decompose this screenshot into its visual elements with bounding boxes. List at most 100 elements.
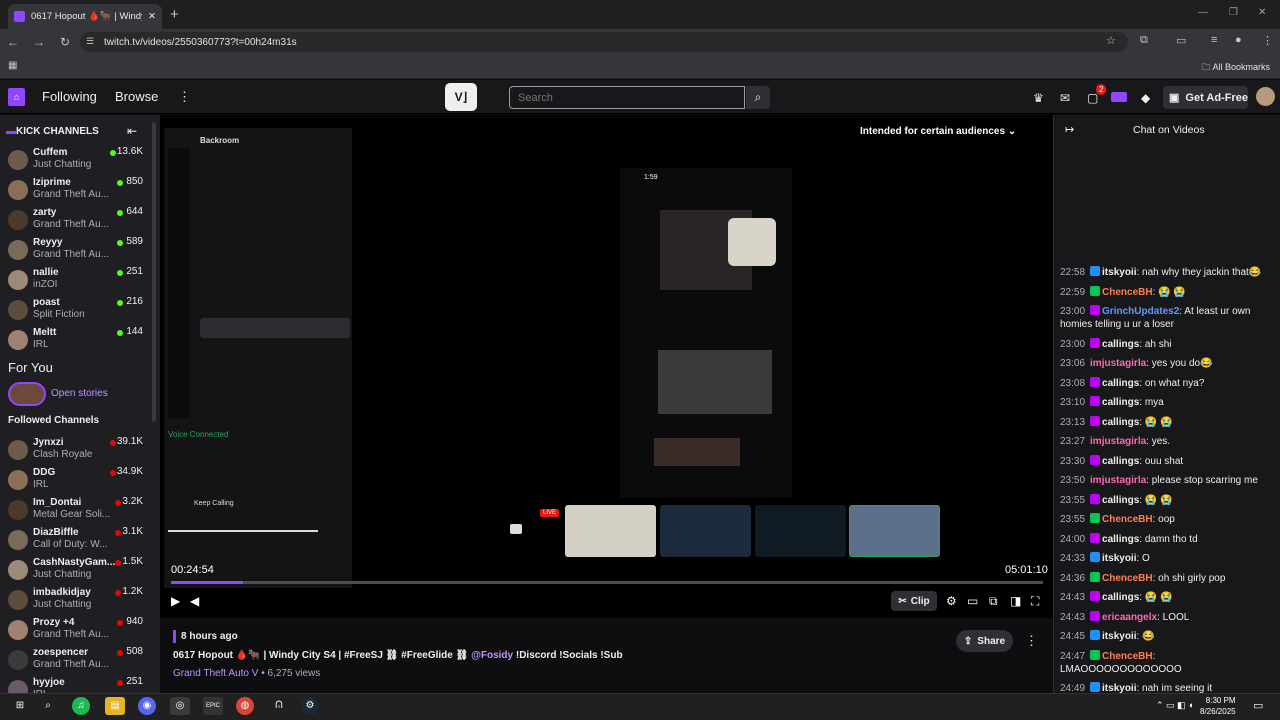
epic-games-icon[interactable]: EPIC [203, 697, 223, 715]
site-info-icon[interactable]: ☰ [86, 36, 94, 47]
notification-center-icon[interactable]: ▭ [1253, 699, 1263, 712]
chat-username[interactable]: itskyoii [1102, 553, 1136, 564]
chat-message: 23:00 callings: ah shi [1060, 337, 1274, 351]
play-icon[interactable]: ▶ [171, 594, 180, 608]
address-bar[interactable]: twitch.tv/videos/2550360773?t=00h24m31s [80, 32, 1128, 52]
sidebar-channel[interactable]: DDG IRL 34.9K [0, 466, 150, 496]
chat-username[interactable]: ChenceBH [1102, 514, 1153, 525]
sidebar-channel[interactable]: zoespencer Grand Theft Au... 508 [0, 646, 150, 676]
chat-username[interactable]: imjustagirla [1090, 436, 1146, 447]
settings-icon[interactable]: ⚙ [946, 594, 957, 608]
volume-icon[interactable]: ◀︎ [190, 594, 199, 608]
extensions-icon[interactable]: ⧉ [1140, 34, 1148, 47]
popout-icon[interactable]: ⧉ [989, 594, 998, 609]
extension-logo-icon[interactable]: V⌋ [445, 83, 477, 111]
close-window-icon[interactable]: ✕ [1258, 7, 1266, 18]
sidebar-channel[interactable]: Iziprime Grand Theft Au... 850 [0, 176, 150, 206]
sidebar-channel[interactable]: Im_Dontai Metal Gear Soli... 3.2K [0, 496, 150, 526]
theatre-mode-icon[interactable]: ▭ [967, 594, 978, 608]
chat-username[interactable]: ChenceBH [1102, 573, 1153, 584]
search-icon[interactable]: ⌕ [746, 86, 770, 109]
seek-bar[interactable] [171, 581, 1043, 584]
back-icon[interactable]: ← [0, 35, 26, 49]
fullscreen-icon[interactable]: ⛶ [1031, 594, 1039, 609]
sidebar-channel[interactable]: Meltt IRL 144 [0, 326, 150, 356]
sidebar-toggle-icon[interactable]: ◨ [1010, 594, 1021, 608]
chat-username[interactable]: callings [1102, 495, 1139, 506]
open-stories-link[interactable]: Open stories [51, 388, 108, 399]
bits-icon[interactable]: ◆ [1141, 91, 1150, 105]
sidebar-channel[interactable]: DiazBiffle Call of Duty: W... 3.1K [0, 526, 150, 556]
chat-username[interactable]: ChenceBH [1102, 287, 1153, 298]
apps-grid-icon[interactable]: ▦ [8, 60, 17, 71]
more-options-icon[interactable]: ⋮ [1025, 633, 1038, 649]
chat-username[interactable]: GrinchUpdates2 [1102, 306, 1179, 317]
user-avatar[interactable] [1256, 87, 1275, 106]
chat-username[interactable]: imjustagirla [1090, 358, 1146, 369]
sidebar-channel[interactable]: Prozy +4 Grand Theft Au... 940 [0, 616, 150, 646]
chat-username[interactable]: itskyoii [1102, 631, 1136, 642]
chat-username[interactable]: callings [1102, 378, 1139, 389]
search-input[interactable] [509, 86, 745, 109]
new-tab-button[interactable]: + [170, 6, 179, 23]
chat-username[interactable]: ChenceBH [1102, 651, 1153, 662]
chat-username[interactable]: callings [1102, 456, 1139, 467]
restore-icon[interactable]: ❐ [1229, 7, 1238, 18]
minimize-icon[interactable]: — [1198, 7, 1208, 18]
windows-start-icon[interactable]: ⊞ [10, 697, 30, 715]
chat-username[interactable]: callings [1102, 417, 1139, 428]
steam-icon[interactable]: ⚙ [301, 697, 319, 715]
game-link[interactable]: Grand Theft Auto V [173, 668, 258, 679]
sidebar-channel[interactable]: imbadkidjay Just Chatting 1.2K [0, 586, 150, 616]
cast-icon[interactable]: ▭ [1176, 34, 1186, 47]
taskbar-clock[interactable]: 8:30 PM 8/26/2025 [1200, 695, 1236, 717]
close-tab-icon[interactable]: ✕ [148, 11, 156, 22]
sidebar-channel[interactable]: nallie inZOI 251 [0, 266, 150, 296]
chrome-icon[interactable]: ◍ [236, 697, 254, 715]
chat-username[interactable]: callings [1102, 534, 1139, 545]
collapse-sidebar-icon[interactable]: ⇤ [127, 124, 137, 138]
mention-link[interactable]: @Fosidy [471, 650, 513, 661]
forward-icon[interactable]: → [26, 35, 52, 49]
taskbar-search-icon[interactable]: ⌕ [38, 697, 58, 715]
browser-tab[interactable]: 0617 Hopout 🩸🐂 | Windy Cit ✕ [8, 4, 162, 29]
inbox-icon[interactable]: ✉ [1060, 91, 1070, 105]
chat-username[interactable]: imjustagirla [1090, 475, 1146, 486]
stories-avatar[interactable] [8, 382, 46, 406]
more-options-icon[interactable]: ⋮ [178, 89, 191, 105]
tray-icons[interactable]: ⌃ ▭ ◧ ◖ [1156, 700, 1194, 711]
clip-button[interactable]: ✂ Clip [891, 591, 937, 611]
audience-notice[interactable]: Intended for certain audiences ⌄ [860, 126, 1016, 137]
spotify-icon[interactable]: ♫ [72, 697, 90, 715]
sidebar-channel[interactable]: CashNastyGam... Just Chatting 1.5K [0, 556, 150, 586]
share-button[interactable]: ⇪ Share [956, 630, 1013, 652]
discord-icon[interactable]: ◉ [138, 697, 156, 715]
chat-username[interactable]: callings [1102, 592, 1139, 603]
reading-list-icon[interactable]: ≡ [1211, 34, 1217, 46]
chat-username[interactable]: callings [1102, 339, 1139, 350]
sidebar-channel[interactable]: zarty Grand Theft Au... 644 [0, 206, 150, 236]
twitch-logo-icon[interactable]: ⌂ [8, 88, 25, 106]
sidebar-channel[interactable]: Jynxzi Clash Royale 39.1K [0, 436, 150, 466]
chat-username[interactable]: callings [1102, 397, 1139, 408]
sidebar-channel[interactable]: Cuffem Just Chatting 13.6K [0, 146, 150, 176]
collapse-chat-icon[interactable]: ↦ [1065, 123, 1074, 136]
nav-browse[interactable]: Browse [115, 89, 158, 104]
profile-icon[interactable]: ● [1235, 34, 1242, 46]
bookmark-star-icon[interactable]: ☆ [1106, 34, 1116, 47]
app-icon[interactable]: ᕬ [269, 697, 289, 715]
reload-icon[interactable]: ↻ [52, 35, 78, 49]
get-ad-free-button[interactable]: ▣ Get Ad-Free [1163, 86, 1248, 109]
obs-icon[interactable]: ◎ [170, 697, 190, 715]
menu-icon[interactable]: ⋮ [1262, 34, 1273, 47]
all-bookmarks[interactable]: 🗀 All Bookmarks [1201, 60, 1270, 76]
sidebar-channel[interactable]: Reyyy Grand Theft Au... 589 [0, 236, 150, 266]
chat-username[interactable]: itskyoii [1102, 267, 1136, 278]
sidebar-scrollbar[interactable] [152, 122, 156, 422]
sidebar-channel[interactable]: poast Split Fiction 216 [0, 296, 150, 326]
nav-following[interactable]: Following [42, 89, 97, 104]
prime-icon[interactable] [1111, 92, 1127, 102]
chat-username[interactable]: ericaangelx [1102, 612, 1157, 623]
crown-icon[interactable]: ♛ [1033, 91, 1044, 105]
file-explorer-icon[interactable]: ▤ [105, 697, 125, 715]
